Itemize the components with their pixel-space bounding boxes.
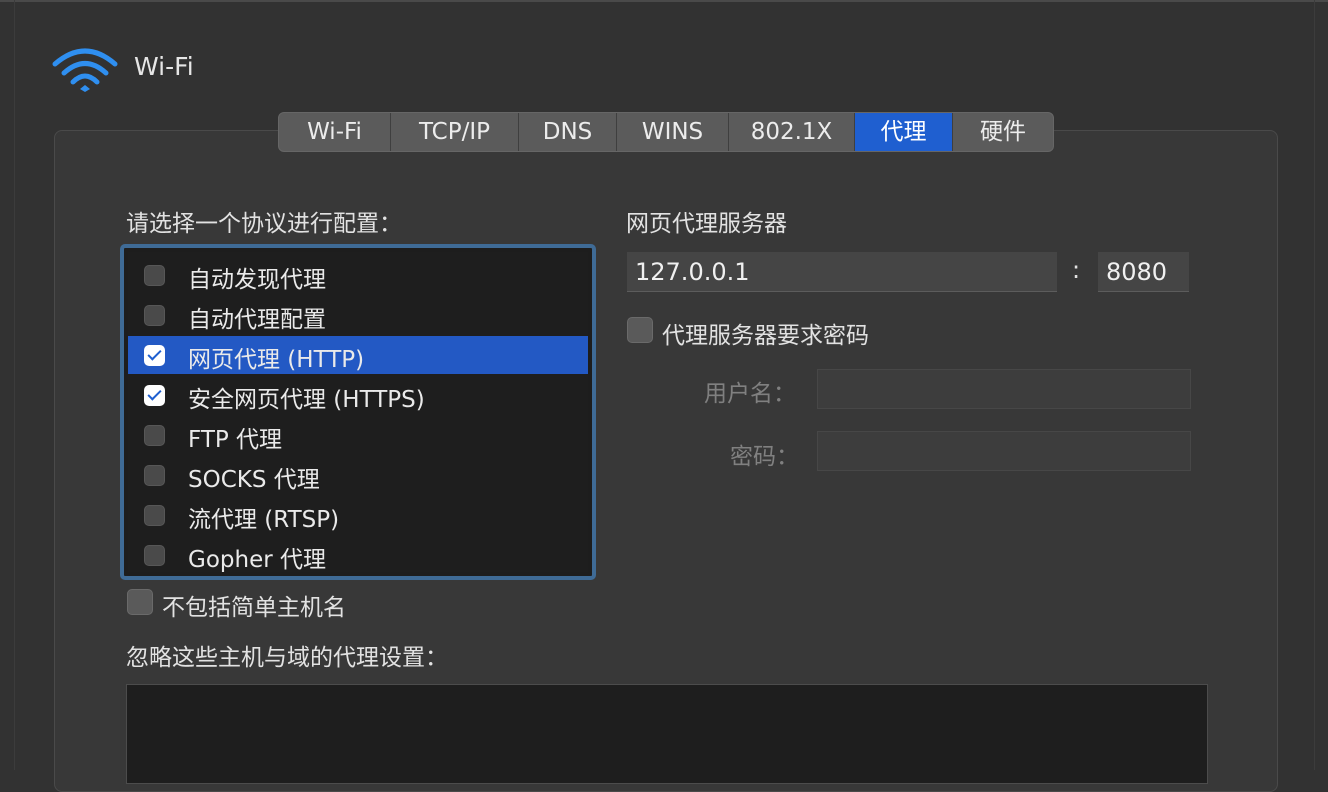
tab-dns[interactable]: DNS bbox=[519, 113, 617, 151]
protocol-label: SOCKS 代理 bbox=[188, 467, 320, 493]
window-right-edge bbox=[1314, 0, 1315, 770]
protocol-checkbox[interactable] bbox=[144, 385, 165, 406]
protocol-label: 自动代理配置 bbox=[188, 307, 326, 333]
protocol-row-rtsp[interactable]: 流代理 (RTSP) bbox=[128, 496, 588, 534]
protocol-checkbox[interactable] bbox=[144, 545, 165, 566]
tab-hardware[interactable]: 硬件 bbox=[953, 113, 1053, 151]
protocol-checkbox[interactable] bbox=[144, 505, 165, 526]
protocol-list: 自动发现代理 自动代理配置 网页代理 (HTTP) 安全网页代理 (HTTPS)… bbox=[120, 244, 596, 580]
protocol-heading: 请选择一个协议进行配置： bbox=[126, 211, 402, 237]
host-port-separator: : bbox=[1072, 256, 1081, 284]
exclude-simple-checkbox[interactable] bbox=[127, 589, 153, 615]
protocol-row-socks[interactable]: SOCKS 代理 bbox=[128, 456, 588, 494]
password-label: 密码： bbox=[730, 444, 799, 470]
bypass-heading: 忽略这些主机与域的代理设置： bbox=[126, 645, 448, 671]
protocol-checkbox[interactable] bbox=[144, 265, 165, 286]
protocol-label: Gopher 代理 bbox=[188, 547, 326, 573]
window-top-border bbox=[0, 0, 1328, 2]
protocol-row-http[interactable]: 网页代理 (HTTP) bbox=[128, 336, 588, 374]
interface-title: Wi-Fi bbox=[134, 52, 194, 81]
proxy-host-input[interactable]: 127.0.0.1 bbox=[627, 252, 1057, 292]
tab-wins[interactable]: WINS bbox=[617, 113, 729, 151]
protocol-checkbox[interactable] bbox=[144, 345, 165, 366]
exclude-simple-label[interactable]: 不包括简单主机名 bbox=[162, 588, 346, 622]
protocol-label: FTP 代理 bbox=[188, 427, 283, 453]
tab-tcpip[interactable]: TCP/IP bbox=[391, 113, 519, 151]
protocol-label: 网页代理 (HTTP) bbox=[188, 347, 365, 373]
username-label: 用户名： bbox=[704, 381, 796, 407]
protocol-row-gopher[interactable]: Gopher 代理 bbox=[128, 536, 588, 574]
protocol-label: 安全网页代理 (HTTPS) bbox=[188, 387, 425, 413]
protocol-checkbox[interactable] bbox=[144, 305, 165, 326]
bypass-hosts-field[interactable] bbox=[126, 684, 1208, 784]
protocol-row-auto-config[interactable]: 自动代理配置 bbox=[128, 296, 588, 334]
tab-wifi[interactable]: Wi-Fi bbox=[279, 113, 391, 151]
protocol-row-https[interactable]: 安全网页代理 (HTTPS) bbox=[128, 376, 588, 414]
username-input[interactable] bbox=[817, 369, 1191, 409]
tab-8021x[interactable]: 802.1X bbox=[729, 113, 855, 151]
password-input[interactable] bbox=[817, 431, 1191, 471]
protocol-checkbox[interactable] bbox=[144, 425, 165, 446]
tab-proxies[interactable]: 代理 bbox=[855, 113, 953, 151]
wifi-icon bbox=[52, 48, 118, 92]
requires-password-checkbox[interactable] bbox=[627, 317, 653, 343]
protocol-list-body: 自动发现代理 自动代理配置 网页代理 (HTTP) 安全网页代理 (HTTPS)… bbox=[128, 252, 588, 574]
tab-bar: Wi-Fi TCP/IP DNS WINS 802.1X 代理 硬件 bbox=[278, 112, 1054, 152]
proxy-port-input[interactable]: 8080 bbox=[1098, 252, 1189, 292]
protocol-label: 自动发现代理 bbox=[188, 267, 326, 293]
proxy-server-heading: 网页代理服务器 bbox=[626, 211, 787, 237]
protocol-label: 流代理 (RTSP) bbox=[188, 507, 340, 533]
protocol-checkbox[interactable] bbox=[144, 465, 165, 486]
requires-password-label[interactable]: 代理服务器要求密码 bbox=[662, 316, 869, 350]
protocol-row-ftp[interactable]: FTP 代理 bbox=[128, 416, 588, 454]
protocol-row-auto-discovery[interactable]: 自动发现代理 bbox=[128, 256, 588, 294]
window-left-edge bbox=[14, 0, 15, 770]
